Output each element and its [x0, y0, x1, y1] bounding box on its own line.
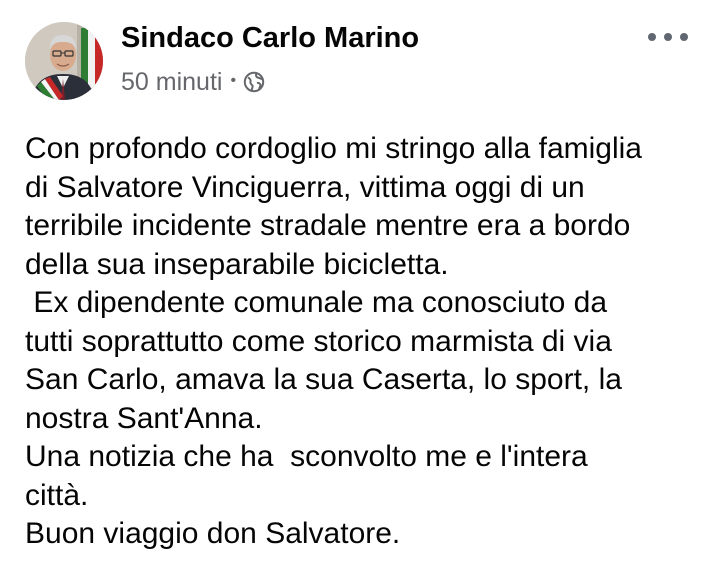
post-text-line: Buon viaggio don Salvatore. [25, 517, 401, 550]
post-text-line: di Salvatore Vinciguerra, vittima oggi d… [25, 170, 585, 204]
post-text-line: Con profondo cordoglio mi stringo alla f… [25, 132, 642, 165]
post-meta: 50 minuti • [121, 67, 265, 97]
more-dot [664, 33, 672, 41]
more-options-icon[interactable] [648, 24, 688, 50]
more-dot [680, 33, 688, 41]
more-dot [648, 33, 656, 41]
meta-separator: • [230, 72, 237, 89]
post-text-line: città. [25, 478, 89, 512]
post-text-line: nostra Sant'Anna. [25, 401, 263, 435]
post-text-line: tutti soprattutto come storico marmista … [25, 324, 612, 358]
facebook-post: Sindaco Carlo Marino 50 minuti • Con pro… [0, 0, 720, 588]
post-text-line: Una notizia che ha sconvolto me e l'inte… [25, 440, 588, 473]
avatar[interactable] [25, 22, 103, 100]
post-text-line: San Carlo, amava la sua Caserta, lo spor… [25, 363, 622, 396]
profile-photo [25, 22, 103, 100]
author-name[interactable]: Sindaco Carlo Marino [121, 22, 419, 55]
post-text: Con profondo cordoglio mi stringo alla f… [25, 130, 715, 554]
post-text-line: Ex dipendente comunale ma conosciuto da [25, 286, 608, 319]
post-text-line: terribile incidente stradale mentre era … [25, 209, 631, 242]
post-text-line: della sua inseparabile bicicletta. [25, 247, 449, 281]
globe-icon[interactable] [243, 71, 265, 93]
post-timestamp[interactable]: 50 minuti [121, 68, 222, 97]
